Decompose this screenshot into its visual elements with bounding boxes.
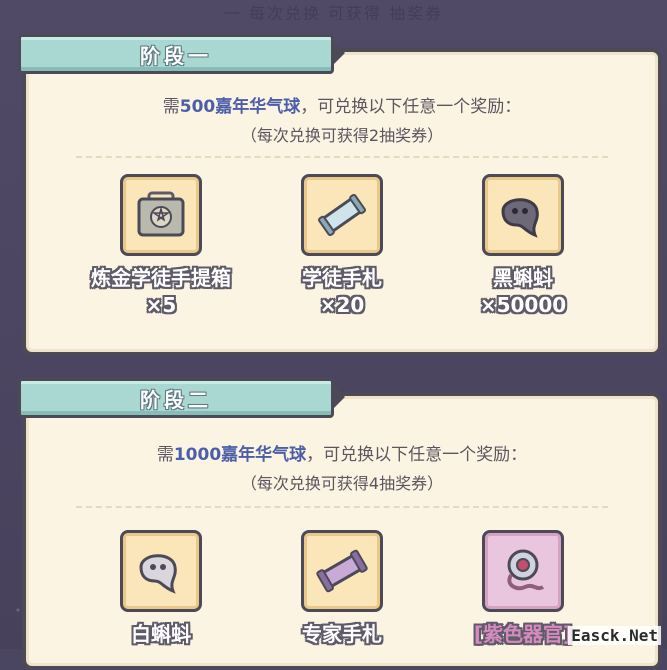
reward-item-white-tadpole[interactable]: 白蝌蚪 — [76, 530, 246, 647]
reward-quantity: ×20 — [319, 293, 365, 317]
scroll-icon — [301, 174, 383, 256]
reward-name: 黑蝌蚪 — [493, 266, 553, 290]
stage-two-panel: 阶段二 需1000嘉年华气球，可兑换以下任意一个奖励： （每次兑换可获得4抽奖券… — [18, 378, 662, 670]
stage-two-amount: 1000嘉年华气球 — [173, 445, 307, 465]
reward-item-expert-scroll[interactable]: 专家手札 — [257, 530, 427, 647]
black-tadpole-icon — [482, 174, 564, 256]
watermark: Easck.Net — [568, 626, 661, 645]
reward-name: 学徒手札 — [302, 266, 382, 290]
divider — [76, 506, 608, 508]
briefcase-icon — [120, 174, 202, 256]
top-cut-text: 一 每次兑换 可获得 抽奖券 — [223, 4, 444, 20]
stage-one-requirement: 需500嘉年华气球，可兑换以下任意一个奖励： — [162, 97, 522, 117]
reward-name: 专家手札 — [302, 622, 382, 646]
stage-one-title: 阶段一 — [140, 43, 212, 68]
reward-name: 炼金学徒手提箱 — [91, 266, 231, 290]
stage-two-title: 阶段二 — [140, 387, 212, 412]
stage-two-note: （每次兑换可获得4抽奖券） — [240, 474, 444, 493]
divider — [76, 156, 608, 158]
stage-one-amount: 500嘉年华气球 — [179, 97, 301, 117]
reward-quantity: ×5 — [145, 293, 177, 317]
expert-scroll-icon — [301, 530, 383, 612]
white-tadpole-icon — [120, 530, 202, 612]
reward-quantity: ×50000 — [479, 293, 567, 317]
stage-two-ribbon: 阶段二 — [18, 378, 345, 418]
reward-item-briefcase[interactable]: 炼金学徒手提箱 ×5 — [76, 174, 246, 317]
reward-item-scroll[interactable]: 学徒手札 ×20 — [257, 174, 427, 317]
reward-item-black-tadpole[interactable]: 黑蝌蚪 ×50000 — [438, 174, 608, 317]
reward-name: 白蝌蚪 — [131, 622, 191, 646]
purple-organ-icon — [482, 530, 564, 612]
stage-one-ribbon: 阶段一 — [18, 34, 345, 74]
stage-two-requirement: 需1000嘉年华气球，可兑换以下任意一个奖励： — [156, 445, 528, 465]
stage-one-panel: 阶段一 需500嘉年华气球，可兑换以下任意一个奖励： （每次兑换可获得2抽奖券）… — [18, 34, 662, 356]
stage-one-note: （每次兑换可获得2抽奖券） — [240, 126, 444, 145]
